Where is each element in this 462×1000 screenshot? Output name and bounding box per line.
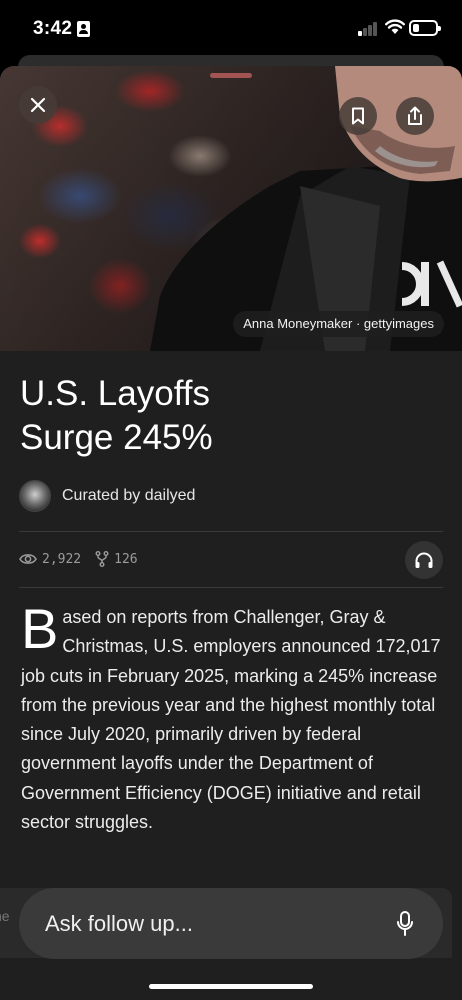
views-stat: 2,922 xyxy=(19,552,81,567)
photo-credit: Anna Moneymaker · gettyimages xyxy=(233,311,444,337)
bookmark-icon xyxy=(352,107,364,125)
headphones-icon xyxy=(415,552,433,568)
home-indicator[interactable] xyxy=(149,984,313,989)
views-count: 2,922 xyxy=(42,551,82,567)
divider xyxy=(19,587,443,588)
share-button[interactable] xyxy=(396,97,434,135)
share-icon xyxy=(408,106,422,125)
contact-card-icon xyxy=(77,21,90,37)
article-title-line2: Surge 245% xyxy=(20,418,213,457)
divider xyxy=(19,531,443,532)
article-stats: 2,922 126 xyxy=(19,551,152,567)
hero-image xyxy=(0,66,462,351)
article-sheet: Anna Moneymaker · gettyimages U.S. Layof… xyxy=(0,66,462,1000)
forks-count: 126 xyxy=(114,551,138,567)
cellular-signal-icon xyxy=(358,22,379,36)
microphone-button[interactable] xyxy=(393,910,417,938)
sheet-grabber[interactable] xyxy=(210,73,252,78)
curator-label: Curated by dailyed xyxy=(62,487,196,504)
microphone-icon xyxy=(397,910,413,936)
battery-icon xyxy=(409,20,441,36)
bookmark-button[interactable] xyxy=(339,97,377,135)
avatar xyxy=(19,480,51,512)
ask-follow-up-bar[interactable]: Ask follow up... xyxy=(19,888,443,959)
drop-cap: B xyxy=(21,597,59,660)
status-bar: 3:42 xyxy=(0,0,462,58)
article-body-text: ased on reports from Challenger, Gray & … xyxy=(21,607,441,833)
close-icon xyxy=(30,97,46,113)
ask-follow-up-input[interactable]: Ask follow up... xyxy=(45,911,393,937)
curator-row[interactable]: Curated by dailyed xyxy=(19,480,195,512)
wifi-icon xyxy=(385,19,405,34)
next-card-text: he xyxy=(0,908,10,924)
article-body: Based on reports from Challenger, Gray &… xyxy=(21,597,441,837)
eye-icon xyxy=(19,554,37,564)
listen-button[interactable] xyxy=(405,541,443,579)
battery-level xyxy=(413,24,419,32)
close-button[interactable] xyxy=(19,86,57,124)
forks-stat: 126 xyxy=(95,551,138,567)
fork-icon xyxy=(95,551,109,567)
article-title: U.S. Layoffs Surge 245% xyxy=(20,372,440,460)
article-title-line1: U.S. Layoffs xyxy=(20,374,211,413)
status-time: 3:42 xyxy=(33,18,73,39)
